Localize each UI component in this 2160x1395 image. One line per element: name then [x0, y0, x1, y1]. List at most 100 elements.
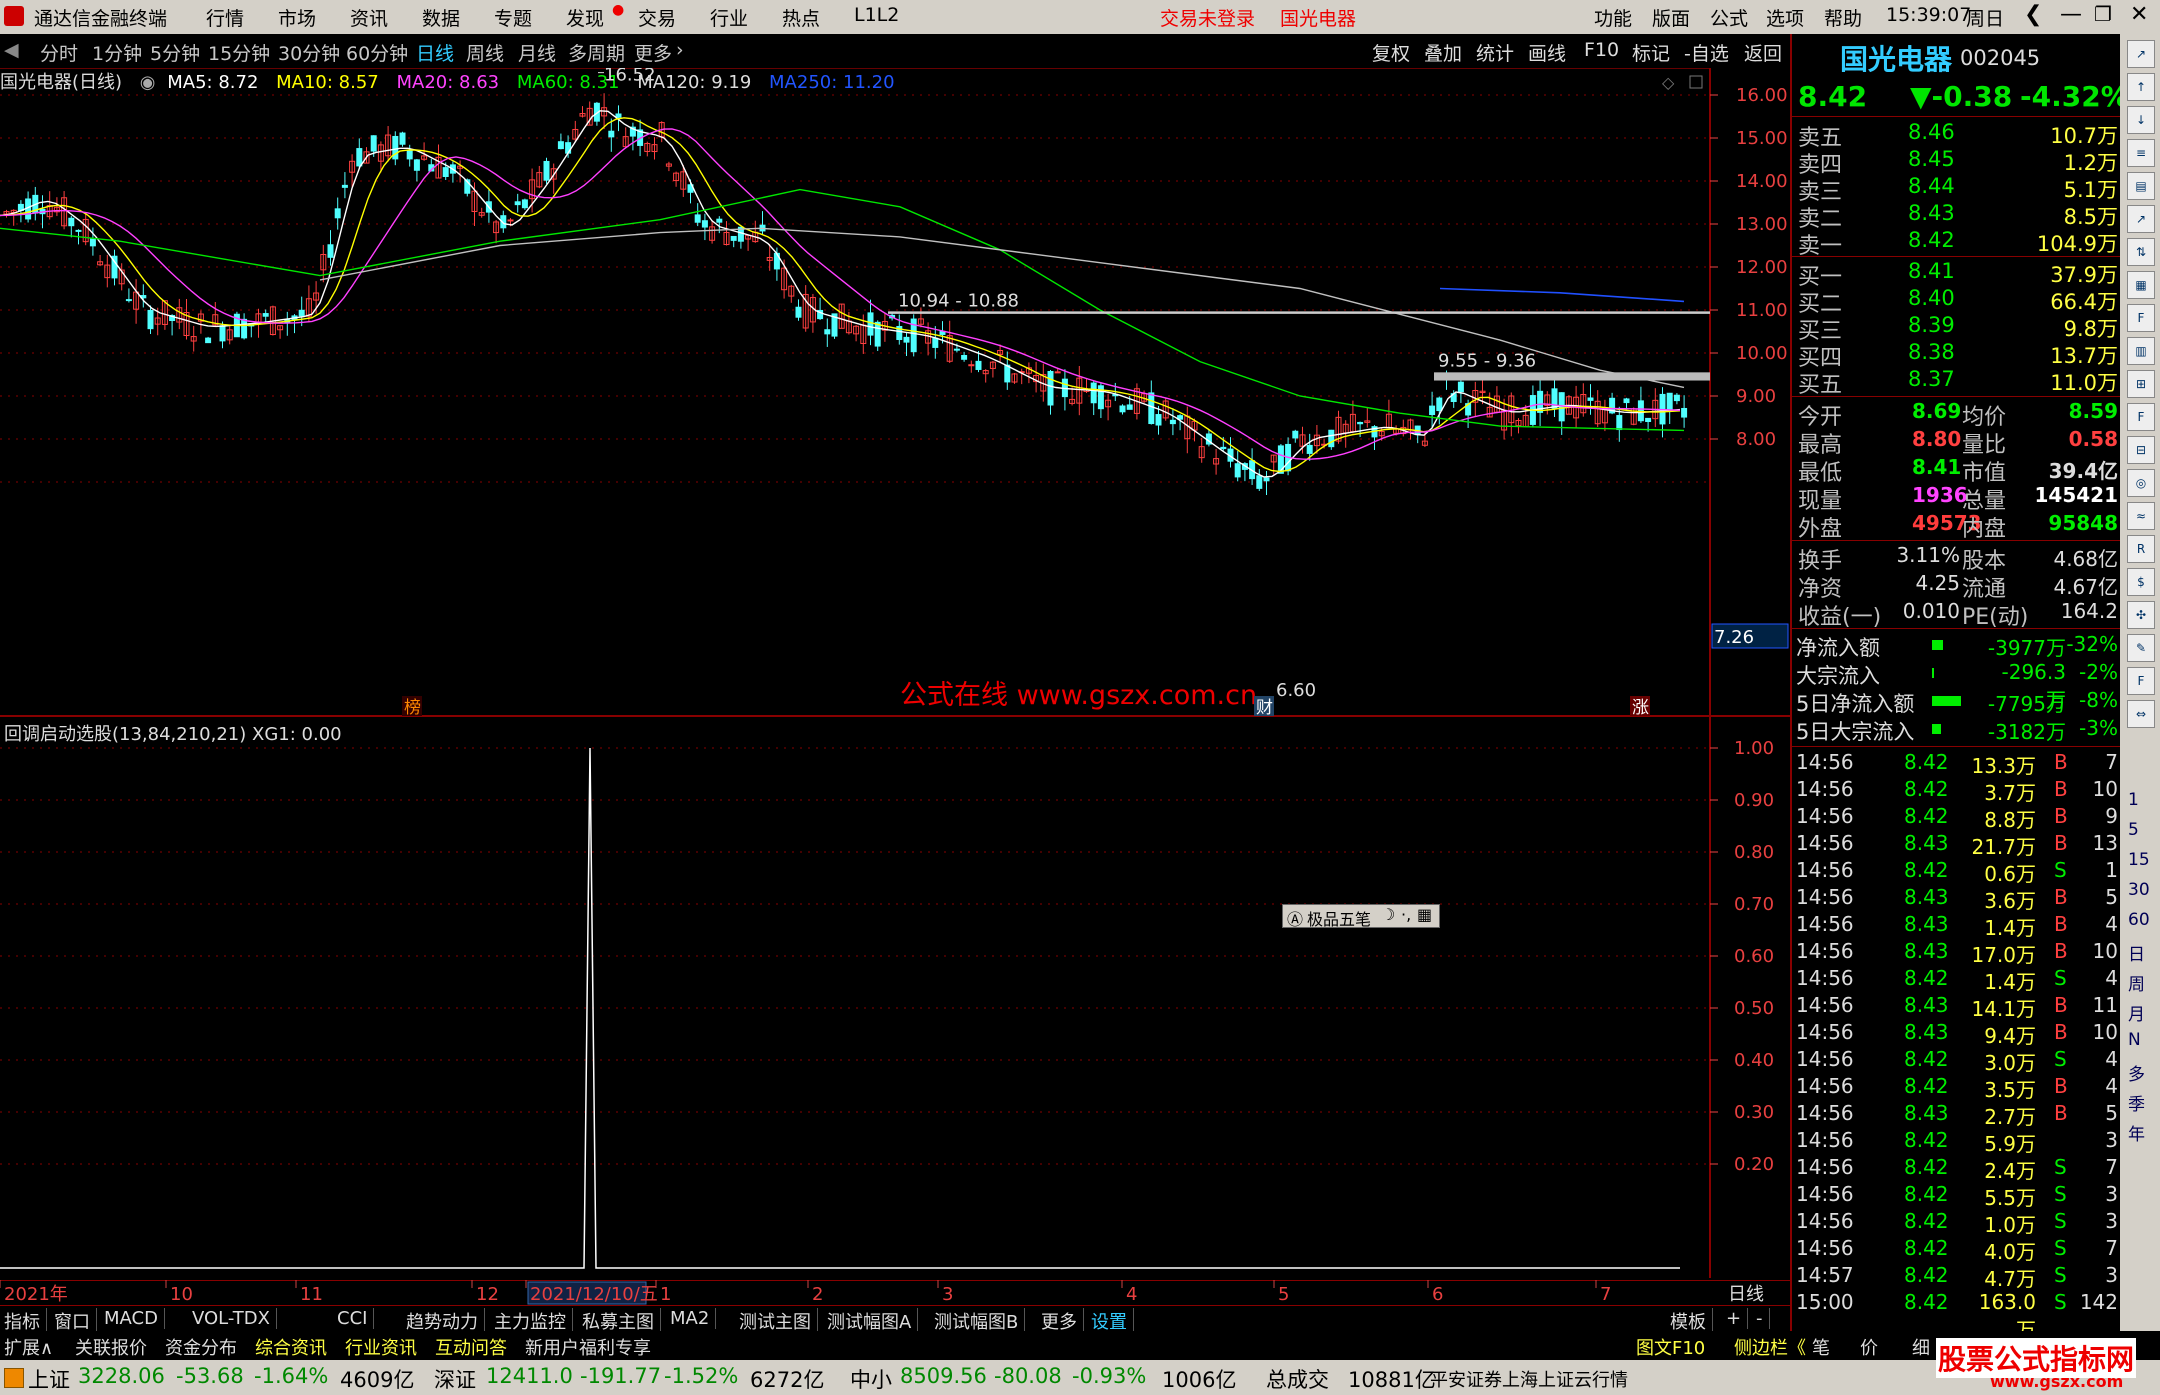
- extension-tab-right[interactable]: 图文F10: [1636, 1334, 1705, 1360]
- back-nav-icon[interactable]: ❮: [2024, 2, 2042, 27]
- ime-keyboard-icon[interactable]: ▦: [1417, 905, 1432, 924]
- side-period-8[interactable]: N: [2128, 1030, 2141, 1050]
- extension-tab[interactable]: 综合资讯: [255, 1334, 327, 1360]
- login-status[interactable]: 交易未登录: [1160, 4, 1255, 31]
- side-period-10[interactable]: 季: [2128, 1090, 2145, 1115]
- tab-multi-period[interactable]: 多周期: [568, 39, 625, 66]
- menu-options[interactable]: 选项: [1766, 4, 1804, 31]
- close-icon[interactable]: ✕: [2130, 2, 2148, 27]
- up-arrow-icon[interactable]: ↑: [2127, 73, 2155, 101]
- btn-watchlist[interactable]: -自选: [1684, 39, 1729, 66]
- ime-punct-icon[interactable]: ·,: [1401, 905, 1411, 924]
- side-period-6[interactable]: 周: [2128, 970, 2145, 995]
- down-arrow-icon[interactable]: ↓: [2127, 106, 2155, 134]
- trend-icon[interactable]: ↗: [2127, 205, 2155, 233]
- extension-tab[interactable]: 资金分布: [165, 1334, 237, 1360]
- table-icon[interactable]: ▤: [2127, 172, 2155, 200]
- collapse-icon[interactable]: ◀: [4, 39, 19, 61]
- tab-5min[interactable]: 5分钟: [150, 39, 200, 66]
- tab-more[interactable]: 更多: [634, 39, 672, 66]
- btn-stats[interactable]: 统计: [1476, 39, 1514, 66]
- extension-tab-right[interactable]: 价: [1860, 1334, 1878, 1360]
- extension-tab[interactable]: 扩展∧: [4, 1334, 53, 1360]
- tab-60min[interactable]: 60分钟: [346, 39, 408, 66]
- popout-icon[interactable]: ↗: [2127, 40, 2155, 68]
- menu-discover[interactable]: 发现: [566, 4, 604, 31]
- wave-icon[interactable]: ≈: [2127, 502, 2155, 530]
- side-period-11[interactable]: 年: [2128, 1120, 2145, 1145]
- menu-trade[interactable]: 交易: [638, 4, 676, 31]
- indicator-tab-tool[interactable]: -: [1756, 1308, 1770, 1329]
- btn-overlay[interactable]: 叠加: [1424, 39, 1462, 66]
- side-period-3[interactable]: 30: [2128, 880, 2150, 900]
- ime-a-icon[interactable]: Ⓐ: [1287, 906, 1303, 930]
- menu-formula[interactable]: 公式: [1710, 4, 1748, 31]
- side-period-7[interactable]: 月: [2128, 1000, 2145, 1025]
- more-chevron-icon[interactable]: ›: [676, 39, 684, 61]
- tab-weekly[interactable]: 周线: [466, 39, 504, 66]
- btn-back[interactable]: 返回: [1744, 39, 1782, 66]
- extension-tab[interactable]: 新用户福利专享: [525, 1334, 651, 1360]
- minimize-icon[interactable]: —: [2060, 2, 2082, 27]
- extension-tab[interactable]: 行业资讯: [345, 1334, 417, 1360]
- menu-news[interactable]: 资讯: [350, 4, 388, 31]
- add-icon[interactable]: ⊞: [2127, 370, 2155, 398]
- f9-icon[interactable]: F: [2127, 667, 2155, 695]
- tab-30min[interactable]: 30分钟: [278, 39, 340, 66]
- move-icon[interactable]: ✣: [2127, 601, 2155, 629]
- menu-topics[interactable]: 专题: [494, 4, 532, 31]
- menu-help[interactable]: 帮助: [1824, 4, 1862, 31]
- extension-tab-right[interactable]: 笔: [1812, 1334, 1830, 1360]
- sh-label[interactable]: 上证: [28, 1364, 70, 1394]
- menu-hot[interactable]: 热点: [782, 4, 820, 31]
- btn-f10[interactable]: F10: [1584, 39, 1619, 61]
- tab-monthly[interactable]: 月线: [518, 39, 556, 66]
- btn-adjust[interactable]: 复权: [1372, 39, 1410, 66]
- menu-market[interactable]: 市场: [278, 4, 316, 31]
- ime-toolbar[interactable]: Ⓐ 极品五笔 ☽ ·, ▦: [1282, 904, 1440, 930]
- menu-function[interactable]: 功能: [1594, 4, 1632, 31]
- indicator-tab[interactable]: MACD: [104, 1308, 165, 1329]
- ime-moon-icon[interactable]: ☽: [1381, 905, 1395, 924]
- btn-mark[interactable]: 标记: [1632, 39, 1670, 66]
- extension-tab-right[interactable]: 细: [1912, 1334, 1930, 1360]
- menu-l1l2[interactable]: L1L2: [854, 4, 899, 26]
- extension-tab[interactable]: 互动问答: [435, 1334, 507, 1360]
- menu-industry[interactable]: 行业: [710, 4, 748, 31]
- fund-icon[interactable]: F: [2127, 403, 2155, 431]
- tab-1min[interactable]: 1分钟: [92, 39, 142, 66]
- stats-icon[interactable]: ▥: [2127, 337, 2155, 365]
- tab-intraday[interactable]: 分时: [40, 39, 78, 66]
- menu-data[interactable]: 数据: [422, 4, 460, 31]
- side-period-4[interactable]: 60: [2128, 910, 2150, 930]
- side-period-1[interactable]: 5: [2128, 820, 2139, 840]
- list-icon[interactable]: ≡: [2127, 139, 2155, 167]
- zx-label[interactable]: 中小: [850, 1364, 892, 1394]
- side-period-9[interactable]: 多: [2128, 1060, 2145, 1085]
- sort-icon[interactable]: ⇅: [2127, 238, 2155, 266]
- sz-label[interactable]: 深证: [434, 1364, 476, 1394]
- money-icon[interactable]: $: [2127, 568, 2155, 596]
- restore-icon[interactable]: ❐: [2094, 2, 2112, 26]
- indicator-tab-tool[interactable]: +: [1726, 1308, 1749, 1329]
- pen-icon[interactable]: ✎: [2127, 634, 2155, 662]
- f10-icon[interactable]: F: [2127, 304, 2155, 332]
- grid-icon[interactable]: ▦: [2127, 271, 2155, 299]
- indicator-tab[interactable]: CCI: [337, 1308, 375, 1329]
- rsi-icon[interactable]: R: [2127, 535, 2155, 563]
- extension-tab-right[interactable]: 侧边栏《: [1734, 1334, 1806, 1360]
- tab-daily[interactable]: 日线: [416, 39, 454, 66]
- tab-15min[interactable]: 15分钟: [208, 39, 270, 66]
- kline-chart[interactable]: 16.00 15.00 14.00 13.00 12.00 11.00 10.00 9.00 8…: [0, 68, 1790, 718]
- menu-quotes[interactable]: 行情: [206, 4, 244, 31]
- target-icon[interactable]: ◎: [2127, 469, 2155, 497]
- switch-icon[interactable]: ⇔: [2127, 700, 2155, 728]
- side-period-5[interactable]: 日: [2128, 940, 2145, 965]
- side-period-0[interactable]: 1: [2128, 790, 2139, 810]
- btn-draw[interactable]: 画线: [1528, 39, 1566, 66]
- index-icon[interactable]: [4, 1368, 24, 1388]
- chart-icon[interactable]: ⊟: [2127, 436, 2155, 464]
- indicator-tab[interactable]: VOL-TDX: [192, 1308, 277, 1329]
- indicator-chart[interactable]: 1.00 0.90 0.80 0.70 0.60 0.50 0.40 0.30 0.20: [0, 718, 1790, 1278]
- extension-tab[interactable]: 关联报价: [75, 1334, 147, 1360]
